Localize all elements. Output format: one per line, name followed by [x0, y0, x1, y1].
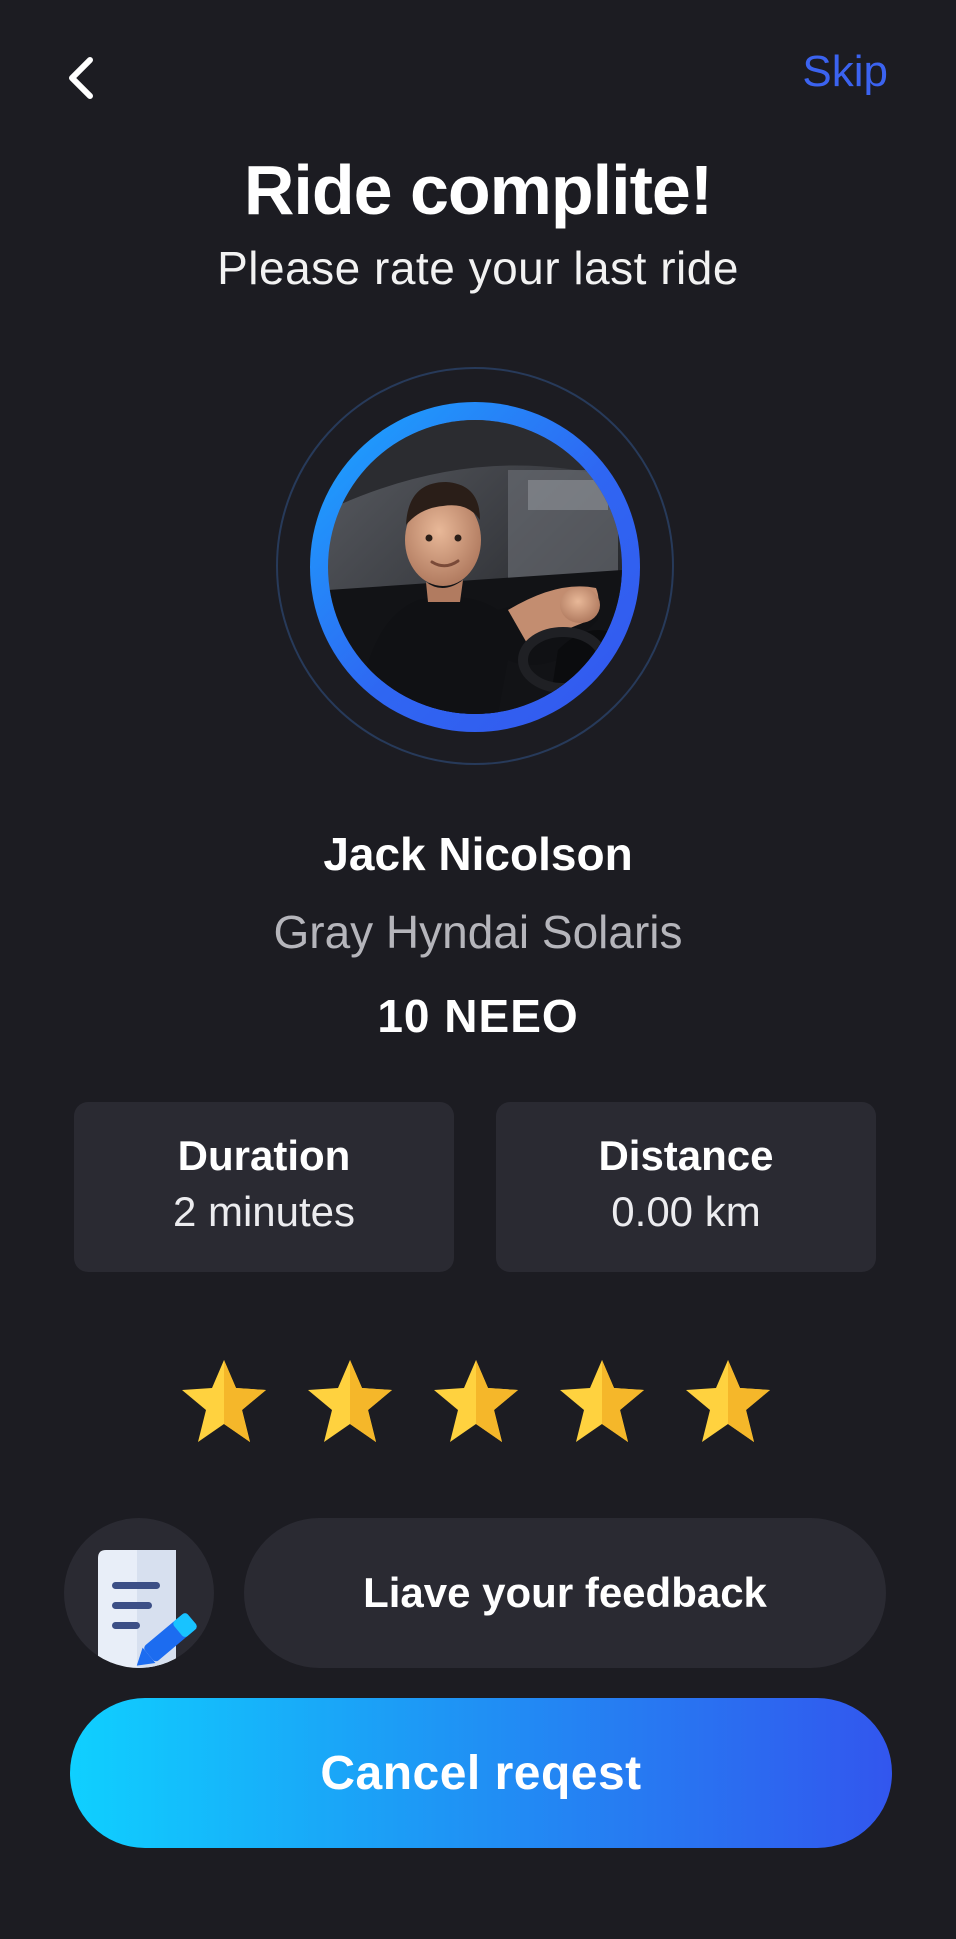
page-title: Ride complite!: [243, 151, 713, 229]
duration-label: Duration: [177, 1132, 351, 1179]
page-subtitle: Please rate your last ride: [217, 242, 739, 294]
avatar-gradient-ring: [310, 402, 640, 732]
driver-avatar: [328, 420, 622, 714]
note-pencil-icon: [98, 1550, 197, 1668]
skip-button[interactable]: Skip: [802, 44, 888, 100]
star-icon-4[interactable]: [556, 1356, 648, 1448]
leave-feedback-button[interactable]: Liave your feedback: [244, 1518, 886, 1668]
back-button[interactable]: [56, 52, 108, 104]
star-icon-1[interactable]: [178, 1356, 270, 1448]
driver-name: Jack Nicolson: [323, 828, 633, 880]
star-icon-3[interactable]: [430, 1356, 522, 1448]
car-model: Gray Hyndai Solaris: [273, 906, 683, 958]
cancel-request-button[interactable]: Cancel reqest: [70, 1698, 892, 1848]
star-icon-5[interactable]: [682, 1356, 774, 1448]
chevron-left-icon: [69, 57, 93, 99]
distance-label: Distance: [598, 1132, 774, 1179]
license-plate: 10 NEEO: [377, 990, 579, 1042]
distance-value: 0.00 km: [611, 1188, 761, 1235]
star-icon-2[interactable]: [304, 1356, 396, 1448]
duration-value: 2 minutes: [172, 1188, 356, 1235]
distance-card: Distance 0.00 km: [496, 1102, 876, 1272]
star-rating: [178, 1356, 778, 1448]
duration-card: Duration 2 minutes: [74, 1102, 454, 1272]
feedback-icon-button[interactable]: [64, 1518, 214, 1668]
